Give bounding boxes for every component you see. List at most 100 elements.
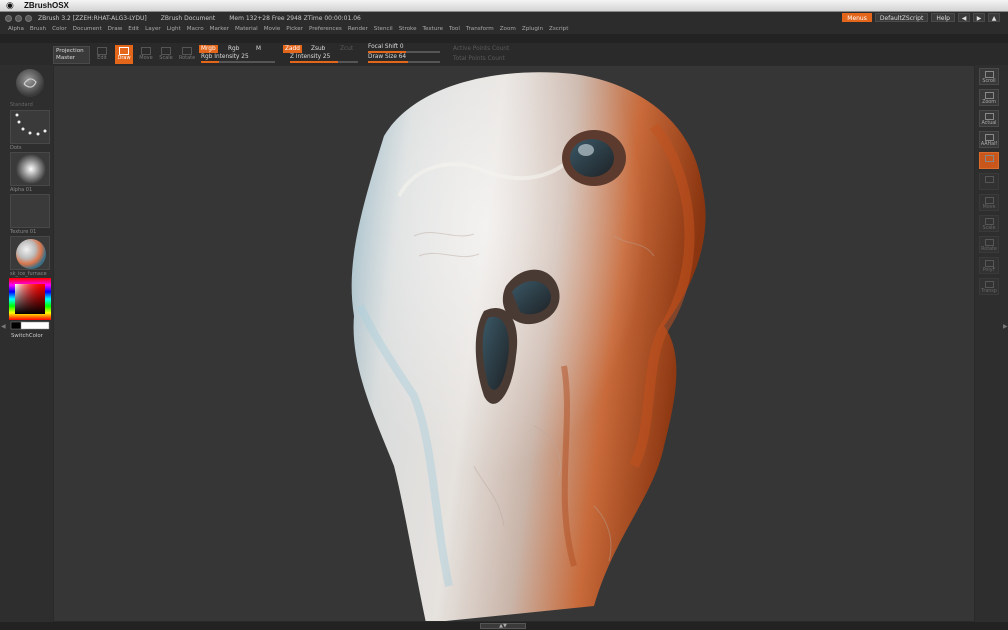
document-canvas[interactable] bbox=[53, 65, 975, 622]
zcut-toggle[interactable]: Zcut bbox=[338, 45, 355, 53]
alpha-label: Alpha 01 bbox=[10, 187, 33, 193]
scroll-button[interactable]: Scroll bbox=[979, 68, 999, 85]
rgb-intensity-fill bbox=[201, 61, 219, 63]
material-label: sk_ice_furnace bbox=[10, 271, 47, 277]
document-title: ZBrush Document bbox=[160, 14, 216, 22]
menu-render[interactable]: Render bbox=[348, 26, 368, 32]
actual-button[interactable]: Actual bbox=[979, 110, 999, 127]
menu-draw[interactable]: Draw bbox=[108, 26, 123, 32]
menus-button[interactable]: Menus bbox=[842, 13, 872, 22]
rotate-button[interactable]: Rotate bbox=[979, 236, 999, 253]
collapse-right-icon[interactable]: ▶ bbox=[1003, 323, 1008, 330]
zbrush-title-bar: ZBrush 3.2 [ZZEH:RHAT-ALG3-LYDU] ZBrush … bbox=[0, 12, 1008, 24]
default-zscript-button[interactable]: DefaultZScript bbox=[874, 13, 929, 22]
zadd-toggle[interactable]: Zadd bbox=[283, 45, 302, 53]
apple-icon[interactable]: ◉ bbox=[6, 0, 18, 11]
draw-size-slider[interactable]: Draw Size 64 bbox=[368, 54, 440, 63]
texture-button[interactable] bbox=[10, 194, 50, 228]
zbrush-window: ◉ ZBrushOSX ZBrush 3.2 [ZZEH:RHAT-ALG3-L… bbox=[0, 0, 1008, 630]
edit-icon bbox=[97, 47, 107, 55]
menu-zplugin[interactable]: Zplugin bbox=[522, 26, 543, 32]
edit-tool-label: Edit bbox=[97, 55, 107, 61]
menu-color[interactable]: Color bbox=[52, 26, 67, 32]
help-button[interactable]: Help bbox=[931, 13, 955, 22]
color-picker-swatch bbox=[9, 278, 51, 330]
zoom-button[interactable]: Zoom bbox=[979, 89, 999, 106]
minimize-icon[interactable] bbox=[15, 14, 22, 22]
scale-icon bbox=[985, 218, 994, 225]
menu-zscript[interactable]: Zscript bbox=[549, 26, 568, 32]
projection-master-button[interactable]: Projection Master bbox=[53, 46, 90, 64]
menu-texture[interactable]: Texture bbox=[423, 26, 443, 32]
transp-label: Transp bbox=[981, 289, 997, 294]
rgb-intensity-label: Rgb Intensity 25 bbox=[201, 54, 249, 60]
m-toggle[interactable]: M bbox=[254, 45, 263, 53]
collapse-left-icon[interactable]: ◀ bbox=[1, 323, 6, 330]
tool-5-button[interactable] bbox=[979, 173, 999, 190]
nav-left-icon[interactable]: ◀ bbox=[958, 13, 970, 22]
transp-button[interactable]: Transp bbox=[979, 278, 999, 295]
menu-zoom[interactable]: Zoom bbox=[500, 26, 516, 32]
rotate-tool-label: Rotate bbox=[178, 55, 196, 61]
menu-stroke[interactable]: Stroke bbox=[399, 26, 417, 32]
left-shelf: Standard Dots Alpha 01 Texture 01 sk_ice… bbox=[0, 65, 53, 630]
tool-5-icon bbox=[985, 176, 994, 183]
menu-tool[interactable]: Tool bbox=[449, 26, 460, 32]
move-tool-button[interactable]: Move bbox=[137, 45, 155, 64]
alpha-button[interactable] bbox=[10, 152, 50, 186]
stroke-button[interactable] bbox=[10, 110, 50, 144]
rotate-tool-button[interactable]: Rotate bbox=[178, 45, 196, 64]
nav-right-icon[interactable]: ▶ bbox=[973, 13, 985, 22]
brush-label: Standard bbox=[10, 102, 33, 108]
menu-picker[interactable]: Picker bbox=[286, 26, 303, 32]
focal-shift-slider[interactable]: Focal Shift 0 bbox=[368, 44, 440, 53]
menu-light[interactable]: Light bbox=[167, 26, 181, 32]
edit-tool-button[interactable]: Edit bbox=[93, 45, 111, 64]
transp-icon bbox=[985, 281, 994, 288]
total-points-count: Total Points Count bbox=[453, 56, 505, 62]
app-menu[interactable]: ZBrushOSX bbox=[24, 1, 69, 10]
menu-stencil[interactable]: Stencil bbox=[374, 26, 393, 32]
mac-menubar: ◉ ZBrushOSX bbox=[0, 0, 1008, 12]
menu-movie[interactable]: Movie bbox=[264, 26, 281, 32]
aahalf-button[interactable]: AAHalf bbox=[979, 131, 999, 148]
brush-icon bbox=[16, 69, 44, 97]
menu-edit[interactable]: Edit bbox=[128, 26, 139, 32]
move-icon bbox=[141, 47, 151, 55]
move-button[interactable]: Move bbox=[979, 194, 999, 211]
z-intensity-slider[interactable]: Z Intensity 25 bbox=[290, 54, 358, 63]
texture-label: Texture 01 bbox=[10, 229, 37, 235]
switch-color-label[interactable]: SwitchColor bbox=[11, 333, 55, 339]
tool-4-button[interactable] bbox=[979, 152, 999, 169]
brush-button[interactable] bbox=[10, 67, 50, 101]
draw-tool-button[interactable]: Draw bbox=[115, 45, 133, 64]
settings-icon[interactable] bbox=[25, 14, 32, 22]
rgb-toggle[interactable]: Rgb bbox=[226, 45, 241, 53]
zsub-toggle[interactable]: Zsub bbox=[309, 45, 327, 53]
stroke-dots-icon bbox=[15, 113, 47, 136]
polyf-label: PolyF bbox=[982, 268, 996, 273]
menu-document[interactable]: Document bbox=[73, 26, 102, 32]
color-picker[interactable] bbox=[9, 278, 51, 333]
material-button[interactable] bbox=[10, 236, 50, 270]
mrgb-toggle[interactable]: Mrgb bbox=[199, 45, 218, 53]
polyf-button[interactable]: PolyF bbox=[979, 257, 999, 274]
menu-alpha[interactable]: Alpha bbox=[8, 26, 24, 32]
menu-layer[interactable]: Layer bbox=[145, 26, 161, 32]
menu-preferences[interactable]: Preferences bbox=[309, 26, 342, 32]
bottom-tray-handle[interactable]: ▲▼ bbox=[480, 623, 526, 629]
scroll-label: Scroll bbox=[982, 79, 996, 84]
scale-button[interactable]: Scale bbox=[979, 215, 999, 232]
close-icon[interactable] bbox=[5, 14, 12, 22]
menu-brush[interactable]: Brush bbox=[30, 26, 46, 32]
menu-macro[interactable]: Macro bbox=[187, 26, 204, 32]
move-tool-label: Move bbox=[139, 55, 153, 61]
scale-tool-label: Scale bbox=[159, 55, 173, 61]
move-icon bbox=[985, 197, 994, 204]
menu-marker[interactable]: Marker bbox=[210, 26, 229, 32]
nav-up-icon[interactable]: ▲ bbox=[988, 13, 1000, 22]
rgb-intensity-slider[interactable]: Rgb Intensity 25 bbox=[201, 54, 275, 63]
scale-tool-button[interactable]: Scale bbox=[157, 45, 175, 64]
menu-material[interactable]: Material bbox=[235, 26, 258, 32]
menu-transform[interactable]: Transform bbox=[466, 26, 494, 32]
